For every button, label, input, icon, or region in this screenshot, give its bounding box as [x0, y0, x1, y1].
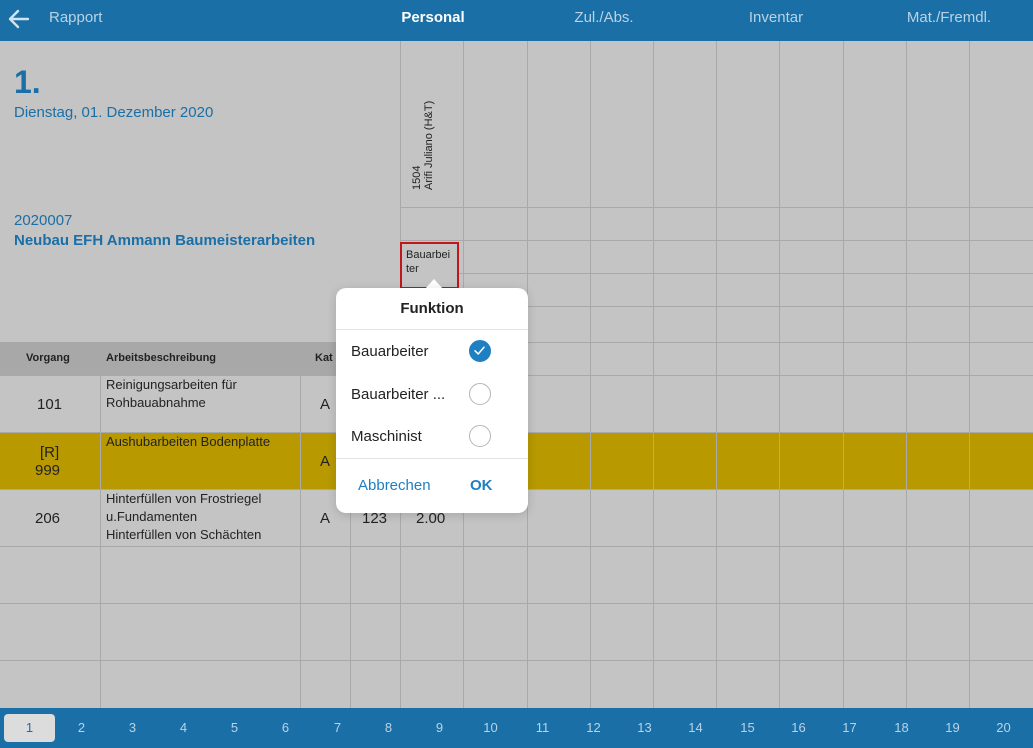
page-15[interactable]: 15 [722, 714, 773, 742]
option-maschinist[interactable]: Maschinist [336, 416, 528, 458]
row3-description[interactable]: Hinterfüllen von Frostriegel u.Fundament… [106, 490, 261, 544]
grid-line [0, 660, 1033, 661]
description-line: Hinterfüllen von Frostriegel [106, 491, 262, 506]
row3-kat[interactable]: A [320, 510, 330, 527]
page-6[interactable]: 6 [260, 714, 311, 742]
page-2[interactable]: 2 [56, 714, 107, 742]
day-pager: 1 2 3 4 5 6 7 8 9 10 11 12 13 14 15 16 1… [0, 708, 1033, 748]
row2-vorgang-prefix: [R] [40, 444, 60, 461]
page-10[interactable]: 10 [465, 714, 516, 742]
report-date: Dienstag, 01. Dezember 2020 [14, 104, 214, 121]
radio-empty-icon[interactable] [469, 425, 491, 447]
tab-zul-abs[interactable]: Zul./Abs. [556, 9, 652, 26]
grid-line [300, 342, 301, 708]
day-number: 1. [14, 64, 41, 100]
employee-number: 1504 [411, 165, 423, 190]
page-13[interactable]: 13 [619, 714, 670, 742]
radio-empty-icon[interactable] [469, 383, 491, 405]
option-bauarbeiter[interactable]: Bauarbeiter [336, 331, 528, 373]
employee-name: Arifi Juliano (H&T) [423, 100, 435, 190]
tab-inventar[interactable]: Inventar [728, 9, 824, 26]
row2-kat[interactable]: A [320, 453, 330, 470]
row3-vorgang[interactable]: 206 [35, 510, 60, 527]
grid-line [100, 342, 101, 708]
grid-line [400, 240, 1033, 241]
back-arrow-icon[interactable] [6, 6, 32, 32]
header-arbeitsbeschreibung: Arbeitsbeschreibung [106, 352, 217, 364]
page-8[interactable]: 8 [363, 714, 414, 742]
description-line: Hinterfüllen von Schächten [106, 527, 262, 542]
description-line: Rohbauabnahme [106, 395, 206, 410]
page-7[interactable]: 7 [312, 714, 363, 742]
divider [336, 458, 528, 459]
page-11[interactable]: 11 [517, 714, 568, 742]
header-kat: Kat [315, 352, 333, 364]
page-4[interactable]: 4 [158, 714, 209, 742]
project-number: 2020007 [14, 212, 73, 229]
page-1[interactable]: 1 [4, 714, 55, 742]
page-18[interactable]: 18 [876, 714, 927, 742]
description-line: Reinigungsarbeiten für [106, 377, 237, 392]
popover-title: Funktion [400, 300, 464, 317]
page-9[interactable]: 9 [414, 714, 465, 742]
page-20[interactable]: 20 [978, 714, 1029, 742]
checkmark-icon[interactable] [469, 340, 491, 362]
option-label: Bauarbeiter ... [351, 386, 446, 403]
divider [336, 329, 528, 330]
back-button-label[interactable]: Rapport [49, 9, 102, 26]
row1-description[interactable]: Reinigungsarbeiten für Rohbauabnahme [106, 376, 237, 412]
tab-personal[interactable]: Personal [385, 9, 481, 26]
row2-description[interactable]: Aushubarbeiten Bodenplatte [106, 433, 270, 451]
description-line: Aushubarbeiten Bodenplatte [106, 434, 271, 449]
page-3[interactable]: 3 [107, 714, 158, 742]
page-5[interactable]: 5 [209, 714, 260, 742]
option-label: Bauarbeiter [351, 343, 429, 360]
row1-kat[interactable]: A [320, 396, 330, 413]
tab-mat-fremdl[interactable]: Mat./Fremdl. [890, 9, 1008, 26]
grid-line [400, 207, 1033, 208]
grid-line [0, 603, 1033, 604]
header-vorgang: Vorgang [26, 352, 70, 364]
grid-line [0, 546, 1033, 547]
employee-column-header[interactable]: 1504 Arifi Juliano (H&T) [411, 101, 435, 190]
option-label: Maschinist [351, 428, 422, 445]
project-name: Neubau EFH Ammann Baumeisterarbeiten [14, 232, 316, 249]
grid-line [400, 273, 1033, 274]
function-popover: Funktion Bauarbeiter Bauarbeiter ... Mas… [336, 288, 528, 513]
top-nav-bar: Rapport Personal Zul./Abs. Inventar Mat.… [0, 0, 1033, 41]
row1-vorgang[interactable]: 101 [37, 396, 62, 413]
page-16[interactable]: 16 [773, 714, 824, 742]
page-12[interactable]: 12 [568, 714, 619, 742]
page-17[interactable]: 17 [824, 714, 875, 742]
page-19[interactable]: 19 [927, 714, 978, 742]
ok-button[interactable]: OK [470, 477, 493, 494]
row2-vorgang[interactable]: 999 [35, 462, 60, 479]
description-line: u.Fundamenten [106, 509, 198, 524]
cancel-button[interactable]: Abbrechen [358, 477, 431, 494]
page-14[interactable]: 14 [670, 714, 721, 742]
option-bauarbeiter-2[interactable]: Bauarbeiter ... [336, 374, 528, 416]
